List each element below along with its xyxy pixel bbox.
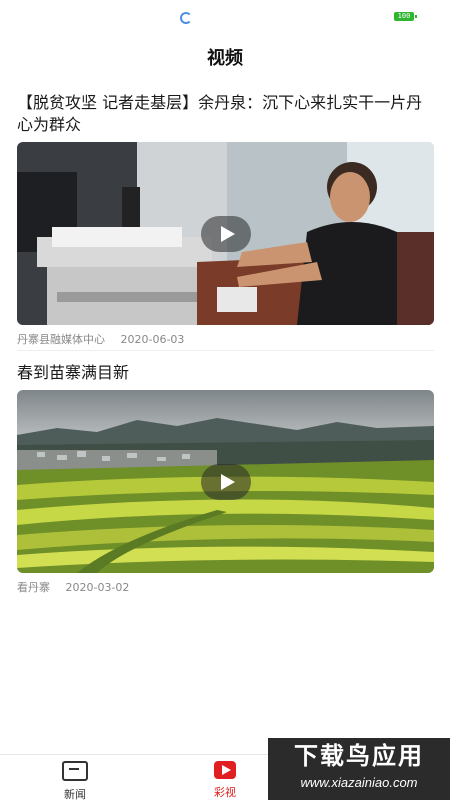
play-button[interactable] (200, 215, 251, 252)
video-date: 2020-06-03 (120, 333, 185, 346)
video-date: 2020-03-02 (65, 581, 130, 594)
video-meta: 丹寨县融媒体中心 2020-06-03 (17, 331, 434, 347)
tab-video-label: 彩视 (214, 786, 236, 799)
video-thumbnail[interactable] (17, 390, 434, 573)
watermark-url: www.xiazainiao.com (300, 775, 418, 790)
video-title[interactable]: 春到苗寨满目新 (17, 362, 434, 384)
video-card[interactable]: 【脱贫攻坚 记者走基层】余丹泉：沉下心来扎实干一片丹心为群众 丹寨县融媒体中心 … (17, 92, 434, 347)
watermark: 下载鸟应用 www.xiazainiao.com (268, 738, 450, 800)
watermark-main: 下载鸟应用 (294, 742, 424, 770)
video-thumbnail[interactable] (17, 142, 434, 325)
video-card[interactable]: 春到苗寨满目新 看丹寨 2020-03-02 (17, 362, 434, 595)
video-title[interactable]: 【脱贫攻坚 记者走基层】余丹泉：沉下心来扎实干一片丹心为群众 (17, 92, 434, 136)
video-source: 丹寨县融媒体中心 (17, 333, 105, 346)
page-title: 视频 (207, 48, 243, 69)
video-icon (214, 761, 236, 779)
battery-icon: 100 (394, 12, 417, 21)
news-icon (62, 761, 88, 781)
tab-news[interactable]: 新闻 (35, 761, 115, 802)
status-bar: 100 (0, 0, 450, 34)
tab-video[interactable]: 彩视 (185, 761, 265, 800)
loading-spinner-icon (180, 12, 192, 24)
video-meta: 看丹寨 2020-03-02 (17, 579, 434, 595)
video-source: 看丹寨 (17, 581, 50, 594)
play-button[interactable] (200, 463, 251, 500)
divider (17, 350, 434, 351)
